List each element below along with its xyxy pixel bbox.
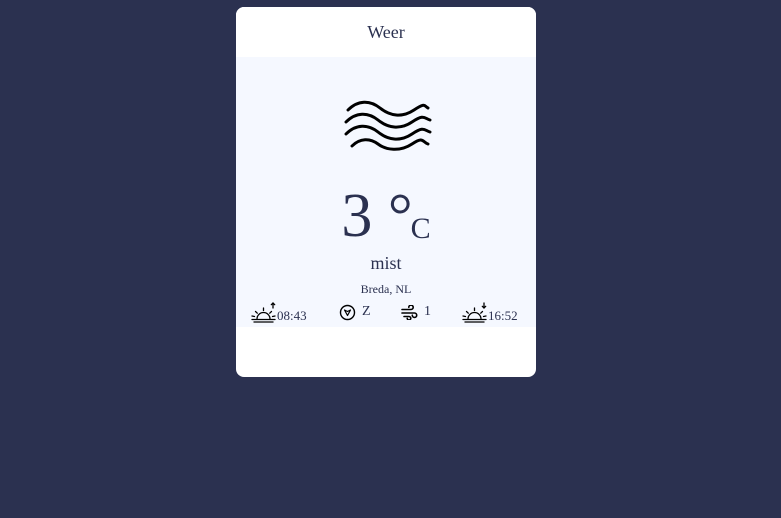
wind-direction-stat: Z (339, 300, 371, 324)
sunset-stat: 16:52 (462, 300, 518, 324)
mist-icon (344, 100, 432, 151)
widget-title: Weer (367, 21, 405, 42)
wind-speed-value: 1 (424, 304, 431, 319)
weather-body: 3 °C mist Breda, NL 08:43 Z 1 16:52 (236, 57, 536, 327)
sunset-icon (462, 302, 487, 323)
sunset-time: 16:52 (488, 308, 518, 323)
temperature-value: 3 ° (341, 182, 413, 250)
location-text: Breda, NL (360, 282, 412, 296)
card-header: Weer (236, 7, 536, 57)
weather-card: Weer 3 °C mist Breda, NL 08:43 Z 1 16:52 (236, 7, 536, 377)
wind-icon (401, 304, 418, 320)
wind-direction-value: Z (362, 304, 371, 319)
wind-speed-stat: 1 (401, 300, 431, 324)
sunrise-icon (251, 302, 276, 323)
condition-text: mist (370, 253, 402, 273)
temperature-unit: C (410, 212, 431, 245)
sunrise-time: 08:43 (277, 308, 307, 323)
temperature-display: 3 °C (236, 185, 536, 247)
compass-icon (339, 304, 356, 320)
sunrise-stat: 08:43 (251, 300, 307, 324)
